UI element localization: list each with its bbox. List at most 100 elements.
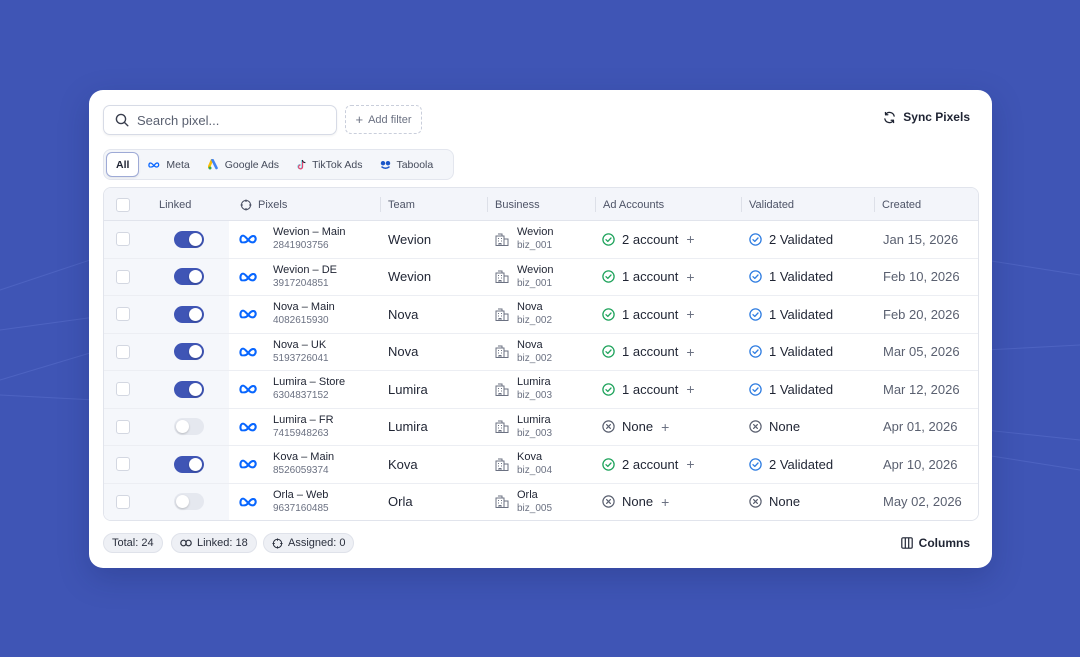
pixel-id: 2841903756: [273, 240, 329, 252]
search-box[interactable]: [103, 105, 337, 135]
header-ad-accounts[interactable]: Ad Accounts: [595, 188, 664, 221]
tab-taboola-label: Taboola: [396, 158, 434, 171]
add-filter-button[interactable]: + Add filter: [345, 105, 422, 134]
row-select-cell: [116, 334, 130, 371]
pixel-cell[interactable]: Lumira – Store 6304837152: [239, 371, 345, 408]
assigned-label: Assigned: 0: [288, 537, 346, 549]
ad-accounts-cell: 1 account +: [602, 259, 695, 296]
tab-tiktok-ads[interactable]: TikTok Ads: [288, 152, 371, 177]
linked-toggle[interactable]: [174, 268, 204, 286]
check-circle-icon: [602, 383, 615, 396]
table-row[interactable]: Lumira – FR 7415948263 Lumira Lumira biz…: [104, 408, 978, 446]
row-checkbox[interactable]: [116, 457, 130, 472]
linked-toggle[interactable]: [174, 343, 204, 361]
add-account-icon[interactable]: +: [686, 269, 694, 285]
tab-google-ads[interactable]: Google Ads: [199, 152, 288, 177]
row-select-cell: [116, 484, 130, 521]
pixel-cell[interactable]: Wevion – DE 3917204851: [239, 259, 337, 296]
select-all-cell: [116, 188, 130, 221]
add-account-icon[interactable]: +: [686, 231, 694, 247]
validated-check-icon: [749, 458, 762, 471]
pixel-id: 7415948263: [273, 427, 329, 439]
pixel-id: 8526059374: [273, 465, 329, 477]
add-account-icon[interactable]: +: [686, 306, 694, 322]
ad-accounts-value: 2 account: [622, 456, 679, 472]
linked-cell: [174, 296, 204, 333]
validated-cell: 1 Validated: [749, 334, 833, 371]
linked-toggle[interactable]: [174, 493, 204, 511]
sync-pixels-button[interactable]: Sync Pixels: [883, 110, 970, 124]
add-account-icon[interactable]: +: [686, 344, 694, 360]
pixel-name: Lumira – FR: [273, 413, 334, 426]
linked-toggle[interactable]: [174, 455, 204, 473]
business-cell: Nova biz_002: [495, 334, 552, 371]
header-team[interactable]: Team: [380, 188, 415, 221]
x-circle-icon: [749, 495, 762, 508]
ad-accounts-cell: 2 account +: [602, 446, 695, 483]
tab-meta[interactable]: Meta: [139, 152, 198, 177]
select-all-checkbox[interactable]: [116, 197, 130, 212]
ad-accounts-value: 2 account: [622, 231, 679, 247]
pixel-cell[interactable]: Lumira – FR 7415948263: [239, 409, 334, 446]
link-icon: [180, 539, 192, 547]
validated-cell: 1 Validated: [749, 296, 833, 333]
search-input[interactable]: [137, 112, 327, 128]
pixel-cell[interactable]: Wevion – Main 2841903756: [239, 221, 346, 258]
validated-cell: 1 Validated: [749, 371, 833, 408]
ad-accounts-cell: None +: [602, 484, 669, 521]
add-account-icon[interactable]: +: [661, 494, 669, 510]
header-created[interactable]: Created: [874, 188, 921, 221]
tab-tiktok-ads-label: TikTok Ads: [312, 158, 363, 171]
row-checkbox[interactable]: [116, 269, 130, 284]
total-badge: Total: 24: [103, 533, 163, 553]
pixel-cell[interactable]: Nova – UK 5193726041: [239, 334, 329, 371]
row-checkbox[interactable]: [116, 419, 130, 434]
row-select-cell: [116, 296, 130, 333]
tab-meta-label: Meta: [166, 158, 190, 171]
row-checkbox[interactable]: [116, 344, 130, 359]
header-business[interactable]: Business: [487, 188, 540, 221]
add-account-icon[interactable]: +: [686, 456, 694, 472]
linked-toggle[interactable]: [174, 380, 204, 398]
add-account-icon[interactable]: +: [661, 419, 669, 435]
assigned-badge: Assigned: 0: [263, 533, 355, 553]
row-checkbox[interactable]: [116, 232, 130, 247]
team-cell: Nova: [388, 334, 418, 371]
row-checkbox[interactable]: [116, 382, 130, 397]
team-name: Kova: [388, 456, 418, 472]
google-ads-icon: [207, 159, 218, 170]
tab-all[interactable]: All: [106, 152, 140, 177]
table-row[interactable]: Kova – Main 8526059374 Kova Kova biz_004…: [104, 446, 978, 484]
table-row[interactable]: Wevion – DE 3917204851 Wevion Wevion biz…: [104, 258, 978, 296]
table-row[interactable]: Nova – UK 5193726041 Nova Nova biz_002 1…: [104, 333, 978, 371]
row-checkbox[interactable]: [116, 307, 130, 322]
header-pixels[interactable]: Pixels: [240, 188, 287, 221]
validated-cell: None: [749, 484, 800, 521]
business-cell: Kova biz_004: [495, 446, 552, 483]
header-linked[interactable]: Linked: [159, 188, 191, 221]
header-validated[interactable]: Validated: [741, 188, 794, 221]
table-row[interactable]: Nova – Main 4082615930 Nova Nova biz_002…: [104, 296, 978, 334]
pixel-cell[interactable]: Orla – Web 9637160485: [239, 484, 329, 521]
add-account-icon[interactable]: +: [686, 381, 694, 397]
row-checkbox[interactable]: [116, 494, 130, 509]
linked-toggle[interactable]: [174, 230, 204, 248]
linked-toggle[interactable]: [174, 305, 204, 323]
created-date: May 02, 2026: [883, 494, 962, 510]
building-icon: [495, 383, 509, 396]
table-row[interactable]: Wevion – Main 2841903756 Wevion Wevion b…: [104, 221, 978, 259]
columns-button[interactable]: Columns: [900, 536, 970, 550]
pixel-cell[interactable]: Kova – Main 8526059374: [239, 446, 334, 483]
business-cell: Orla biz_005: [495, 484, 552, 521]
table-row[interactable]: Lumira – Store 6304837152 Lumira Lumira …: [104, 371, 978, 409]
refresh-icon: [884, 111, 896, 123]
tab-taboola[interactable]: Taboola: [371, 152, 442, 177]
linked-toggle[interactable]: [174, 418, 204, 436]
ad-accounts-value: None: [622, 419, 654, 435]
building-icon: [495, 495, 509, 509]
pixel-id: 9637160485: [273, 502, 329, 514]
pixel-cell[interactable]: Nova – Main 4082615930: [239, 296, 335, 333]
plus-icon: +: [355, 112, 364, 127]
table-row[interactable]: Orla – Web 9637160485 Orla Orla biz_005 …: [104, 483, 978, 521]
meta-icon: [148, 161, 160, 168]
